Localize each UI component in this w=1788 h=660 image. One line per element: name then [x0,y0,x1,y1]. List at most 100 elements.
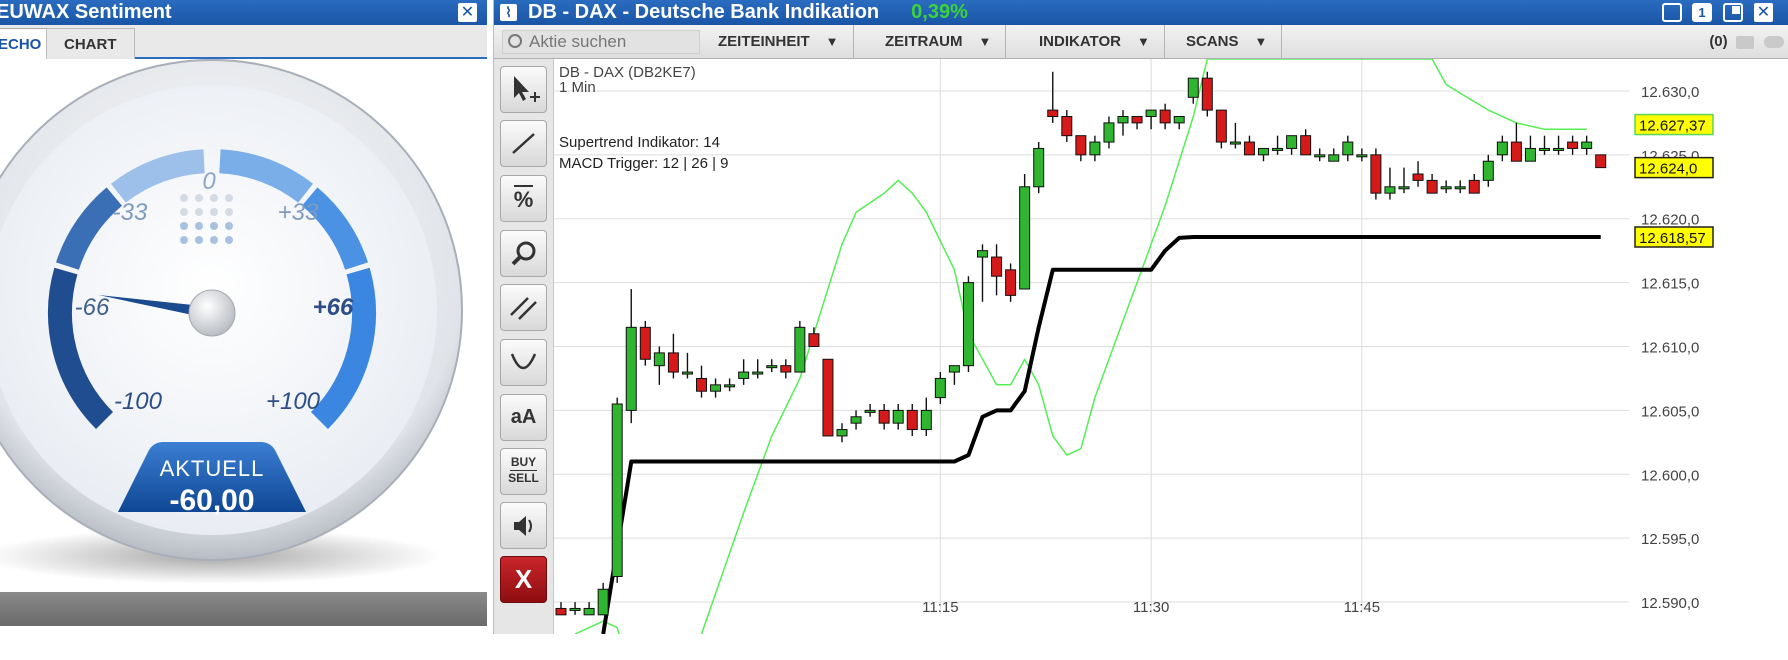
text-tool-button[interactable]: aA [500,394,547,441]
menu-scans-label: SCANS [1186,33,1239,50]
y-tick-label: 12.615,0 [1641,276,1699,293]
chart-window-icon: ⌇ [500,4,517,21]
search-input[interactable]: Aktie suchen [502,30,700,54]
candle-up [794,326,806,373]
candle-down [1131,116,1143,124]
scale-label-minus-66: -66 [75,294,110,321]
percent-tool-button[interactable]: % [500,175,547,222]
candle-up [892,409,904,424]
logo-dot [225,208,233,216]
restore-window-icon[interactable] [1723,3,1743,22]
scale-label-minus-100: -100 [114,388,163,415]
watchlist-area: (0) [1709,25,1784,59]
y-tick-label: 12.610,0 [1641,340,1699,357]
price-chart[interactable]: 12.590,0 12.595,0 12.600,0 12.605,0 12.610,0… [554,59,1788,634]
candle-down [1005,269,1017,296]
supertrend-label: Supertrend Indikator: 14 [559,134,720,151]
minimize-window-icon[interactable] [1662,3,1682,22]
close-chart-icon[interactable]: ✕ [1754,3,1773,22]
logo-dot [210,222,218,230]
y-tick-label: 12.630,0 [1641,84,1699,101]
interval-label: 1 Min [559,79,596,96]
logo-dot [180,222,188,230]
logo-dot [210,194,218,202]
sentiment-title: EUWAX Sentiment [0,1,172,23]
close-icon: X [514,564,533,594]
scale-label-0: 0 [202,168,216,195]
menu-zeiteinheit[interactable]: ZEITEINHEIT ▼ [706,25,854,59]
candle-down [1300,135,1312,156]
candle-up [1342,141,1354,156]
price-label-text: 12.618,57 [1639,230,1706,247]
candle-up [1089,141,1101,156]
candle-up [1524,147,1536,162]
logo-dot [180,236,188,244]
y-tick-label: 12.605,0 [1641,403,1699,420]
sentiment-panel: EUWAX Sentiment ✕ ECHO CHART 0 -33 +33 -… [0,0,487,626]
candle-down [1468,179,1480,194]
candle-up [1328,154,1340,162]
menu-indikator[interactable]: INDIKATOR ▼ [1027,25,1165,59]
y-tick-label: 12.590,0 [1641,595,1699,612]
close-tool-button[interactable]: X [500,556,547,603]
candle-up [1272,147,1284,151]
candle-up [962,282,974,367]
candle-down [555,607,567,616]
candlestick-series [555,71,1607,616]
candle-up [1454,186,1466,190]
candle-down [1567,141,1579,149]
candle-up [850,416,862,424]
candle-down [1061,116,1073,137]
sound-tool-button[interactable] [500,502,547,549]
candle-up [1440,186,1452,190]
candle-down [822,358,834,437]
scale-label-plus-66: +66 [313,294,354,321]
curve-tool-button[interactable] [500,339,547,386]
chart-panel: ⌇ DB - DAX - Deutsche Bank Indikation 0,3… [493,0,1788,634]
chevron-down-icon: ▼ [825,34,839,49]
candle-up [1286,135,1298,149]
candle-down [1370,154,1382,194]
chevron-down-icon: ▼ [1254,34,1268,49]
macd-label: MACD Trigger: 12 | 26 | 9 [559,155,729,172]
current-label: AKTUELL [160,456,265,481]
sell-label: SELL [508,471,539,485]
speaker-icon [514,516,532,536]
sentiment-titlebar: EUWAX Sentiment ✕ [0,0,487,25]
candle-up [1033,147,1045,188]
parallel-tool-button[interactable] [500,284,547,331]
line-tool-button[interactable] [500,120,547,167]
zoom-tool-button[interactable] [500,230,547,277]
candle-down [780,365,792,373]
scale-label-minus-33: -33 [113,199,148,226]
close-icon[interactable]: ✕ [458,3,477,22]
candle-up [597,588,609,616]
candle-down [1426,179,1438,194]
candle-up [1145,109,1157,117]
sentiment-gauge: 0 -33 +33 -66 +66 -100 +100 AKTUELL -60,… [0,59,487,592]
tab-chart[interactable]: CHART [46,28,135,59]
arrow-tool-button[interactable] [500,66,547,113]
price-labels: 12.627,37 12.624,0 12.618,57 [1634,113,1714,248]
window-one-icon[interactable]: 1 [1692,3,1712,22]
folder-icon[interactable] [1735,35,1754,49]
candle-down [1159,109,1171,124]
candle-up [1539,147,1550,151]
candle-down [1201,77,1213,111]
buy-sell-tool-button[interactable]: BUY SELL [500,448,547,495]
line-icon [512,133,535,154]
logo-dot [210,208,218,216]
gauge-hub [188,289,236,337]
menu-zeitraum[interactable]: ZEITRAUM ▼ [873,25,1007,59]
chart-title: DB - DAX - Deutsche Bank Indikation [528,1,880,23]
candle-up [836,429,848,437]
menu-scans[interactable]: SCANS ▼ [1174,25,1283,59]
candle-down [1215,109,1227,143]
chart-toolbar: Aktie suchen ZEITEINHEIT ▼ ZEITRAUM ▼ INDI… [494,25,1788,59]
candle-up [1103,122,1115,143]
logo-dot [195,222,203,230]
cloud-icon[interactable] [1764,36,1784,49]
menu-zeitraum-label: ZEITRAUM [885,33,963,50]
candle-up [934,377,946,399]
candle-up [625,326,637,411]
